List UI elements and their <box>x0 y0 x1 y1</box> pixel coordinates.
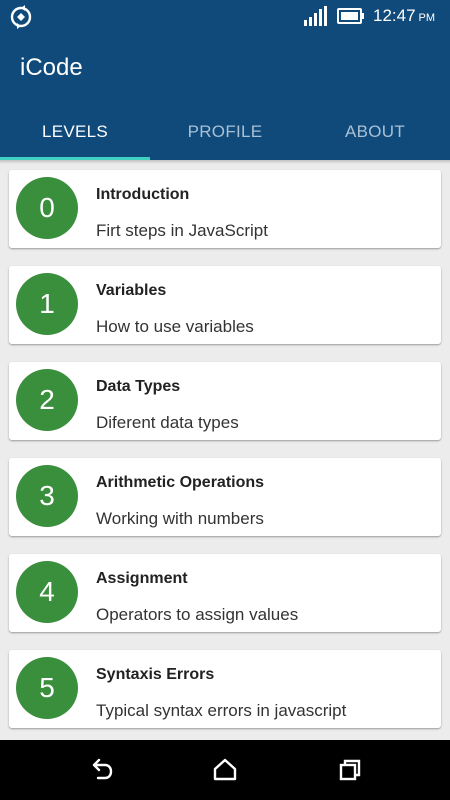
level-number-badge: 1 <box>16 273 78 335</box>
signal-icon <box>304 6 328 26</box>
level-card-4[interactable]: 4 Assignment Operators to assign values <box>9 554 441 632</box>
level-title: Variables <box>96 282 167 299</box>
level-description: Operators to assign values <box>96 605 299 624</box>
level-description: How to use variables <box>96 317 254 336</box>
level-number-badge: 3 <box>16 465 78 527</box>
level-number-badge: 2 <box>16 369 78 431</box>
app-title: iCode <box>20 54 83 81</box>
tab-bar: LEVELS PROFILE ABOUT <box>0 106 450 160</box>
battery-icon <box>337 8 365 24</box>
home-icon[interactable] <box>210 755 240 785</box>
clock-ampm: PM <box>418 12 436 24</box>
tab-profile[interactable]: PROFILE <box>150 106 300 160</box>
system-nav-bar <box>0 740 450 800</box>
status-clock: 12:47 PM <box>373 6 435 28</box>
level-description: Working with numbers <box>96 509 264 528</box>
screen: 12:47 PM iCode LEVELS PROFILE ABOUT 0 Int… <box>0 0 450 800</box>
sync-icon <box>8 4 36 30</box>
level-title: Syntaxis Errors <box>96 666 215 683</box>
level-title: Data Types <box>96 378 181 395</box>
tab-levels[interactable]: LEVELS <box>0 106 150 160</box>
level-number-badge: 4 <box>16 561 78 623</box>
level-title: Assignment <box>96 570 188 587</box>
tab-about[interactable]: ABOUT <box>300 106 450 160</box>
tab-bar-shadow <box>0 160 450 164</box>
level-title: Arithmetic Operations <box>96 474 265 491</box>
back-icon[interactable] <box>86 755 116 785</box>
level-description: Firt steps in JavaScript <box>96 221 268 240</box>
level-title: Introduction <box>96 186 190 203</box>
level-card-5[interactable]: 5 Syntaxis Errors Typical syntax errors … <box>9 650 441 728</box>
level-number-badge: 0 <box>16 177 78 239</box>
level-card-0[interactable]: 0 Introduction Firt steps in JavaScript <box>9 170 441 248</box>
level-card-1[interactable]: 1 Variables How to use variables <box>9 266 441 344</box>
level-card-3[interactable]: 3 Arithmetic Operations Working with num… <box>9 458 441 536</box>
level-number-badge: 5 <box>16 657 78 719</box>
recents-icon[interactable] <box>335 755 365 785</box>
level-list: 0 Introduction Firt steps in JavaScript … <box>0 160 450 740</box>
level-description: Diferent data types <box>96 413 239 432</box>
clock-time: 12:47 <box>373 6 416 25</box>
level-description: Typical syntax errors in javascript <box>96 701 347 720</box>
level-card-2[interactable]: 2 Data Types Diferent data types <box>9 362 441 440</box>
status-bar: 12:47 PM <box>0 0 450 34</box>
app-bar: iCode <box>0 34 450 106</box>
